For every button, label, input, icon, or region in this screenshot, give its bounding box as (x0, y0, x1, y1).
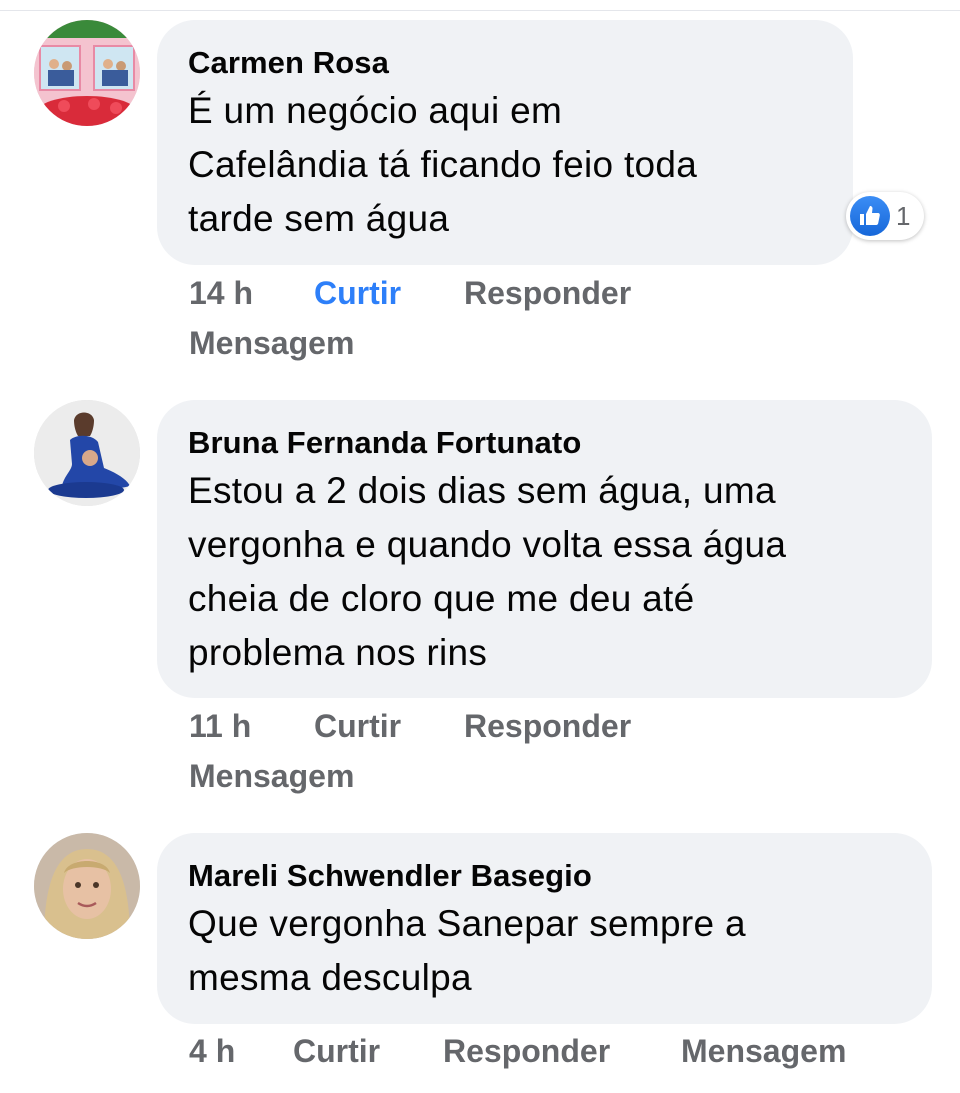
reaction-summary[interactable]: 1 (846, 192, 925, 240)
avatar-photo-icon (34, 400, 140, 506)
reply-button[interactable]: Responder (464, 701, 631, 751)
reaction-count: 1 (896, 200, 911, 231)
comment-actions: 11 h Curtir Responder Mensagem (189, 701, 631, 801)
avatar[interactable] (34, 20, 140, 126)
message-button[interactable]: Mensagem (189, 751, 354, 801)
like-button[interactable]: Curtir (314, 268, 464, 318)
comment-text: Estou a 2 dois dias sem água, uma vergon… (188, 470, 787, 673)
comment-text: É um negócio aqui em Cafelândia tá fican… (188, 90, 698, 239)
message-button[interactable]: Mensagem (189, 318, 354, 368)
avatar-photo-icon (34, 833, 140, 939)
comment-bubble[interactable]: Bruna Fernanda Fortunato Estou a 2 dois … (157, 400, 932, 698)
comment-time[interactable]: 11 h (189, 701, 314, 751)
avatar[interactable] (34, 400, 140, 506)
comment-time[interactable]: 14 h (189, 268, 314, 318)
reply-button[interactable]: Responder (443, 1026, 681, 1076)
comment-bubble[interactable]: Carmen Rosa É um negócio aqui em Cafelân… (157, 20, 853, 265)
message-button[interactable]: Mensagem (681, 1026, 846, 1076)
comment-bubble[interactable]: Mareli Schwendler Basegio Que vergonha S… (157, 833, 932, 1024)
reply-button[interactable]: Responder (464, 268, 631, 318)
avatar-photo-icon (34, 20, 140, 126)
comment-text: Que vergonha Sanepar sempre a mesma desc… (188, 903, 746, 998)
comment-time[interactable]: 4 h (189, 1026, 293, 1076)
comment-actions: 14 h Curtir Responder Mensagem (189, 268, 631, 368)
avatar[interactable] (34, 833, 140, 939)
like-button[interactable]: Curtir (314, 701, 464, 751)
comment-author[interactable]: Carmen Rosa (188, 44, 823, 82)
comment-actions: 4 h Curtir Responder Mensagem (189, 1026, 846, 1076)
like-button[interactable]: Curtir (293, 1026, 443, 1076)
top-divider (0, 10, 960, 11)
comment-author[interactable]: Mareli Schwendler Basegio (188, 857, 902, 895)
thumbs-up-icon (850, 196, 890, 236)
comment-author[interactable]: Bruna Fernanda Fortunato (188, 424, 902, 462)
